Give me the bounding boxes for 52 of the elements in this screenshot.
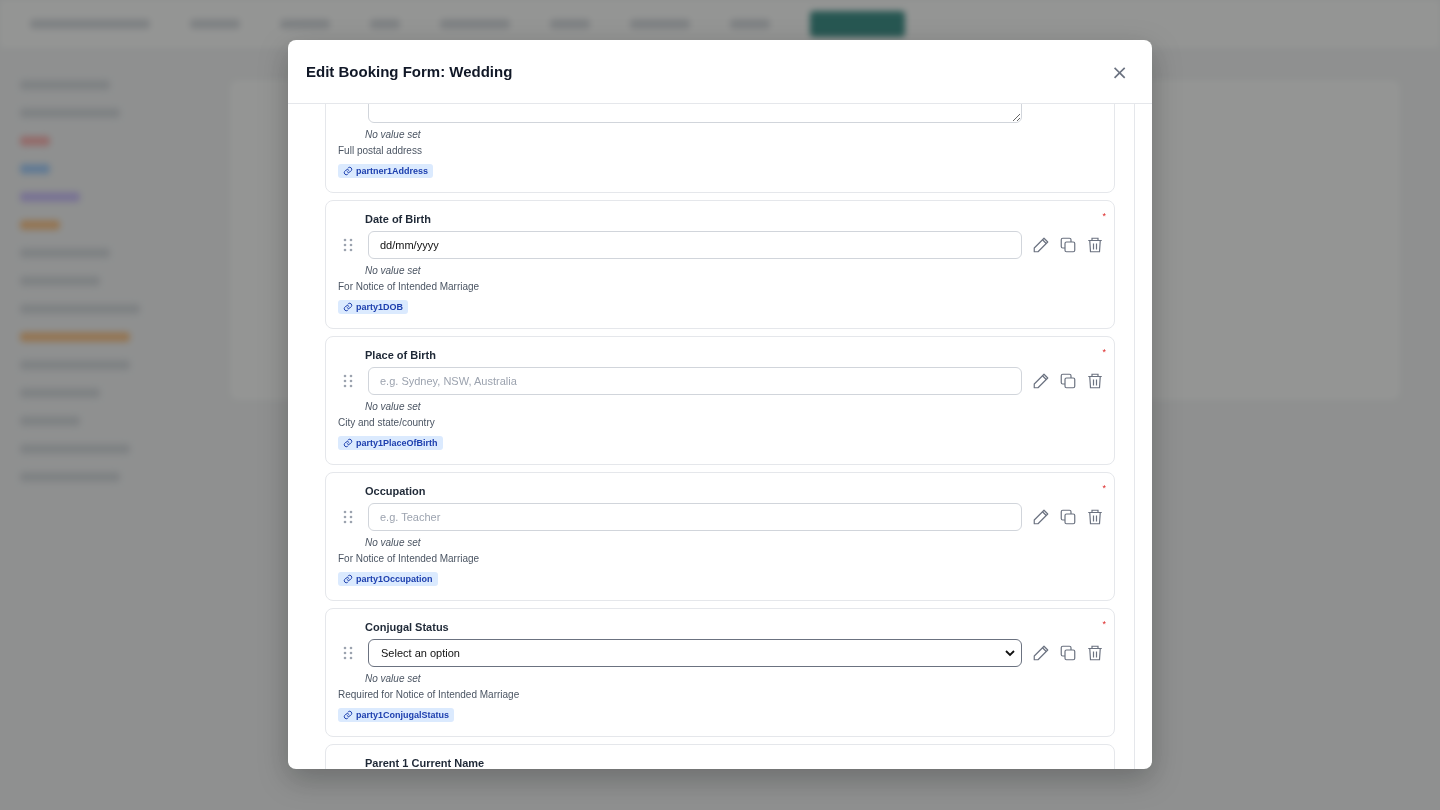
field-status: No value set [365,401,421,412]
delete-icon[interactable] [1086,508,1104,526]
duplicate-icon[interactable] [1059,644,1077,662]
help-text: Required for Notice of Intended Marriage [338,689,520,700]
help-text: City and state/country [338,417,435,428]
variable-tag: partner1Address [338,164,434,178]
field-label: Parent 1 Current Name [365,757,485,769]
field-status: No value set [365,129,421,140]
help-text: Full postal address [338,145,422,156]
required-mark: * [1102,619,1106,629]
variable-tag: party1PlaceOfBirth [338,436,443,450]
delete-icon[interactable] [1086,372,1104,390]
close-button[interactable]: × [1111,61,1128,82]
field-status: No value set [365,537,421,548]
select-dropdown[interactable]: Select an option [368,639,1022,667]
delete-icon[interactable] [1086,236,1104,254]
field-label: Conjugal Status [365,621,449,633]
field-label: Occupation [365,485,426,497]
duplicate-icon[interactable] [1059,508,1077,526]
chevron-down-icon [1005,648,1015,658]
text-field[interactable]: e.g. Sydney, NSW, Australia [368,367,1022,395]
drag-handle-icon[interactable] [343,646,353,660]
link-icon [343,302,353,312]
help-text: For Notice of Intended Marriage [338,553,480,564]
drag-handle-icon[interactable] [343,510,353,524]
required-mark: * [1102,211,1106,221]
help-text: For Notice of Intended Marriage [338,281,480,292]
link-icon [343,574,353,584]
duplicate-icon[interactable] [1059,236,1077,254]
date-field[interactable]: dd/mm/yyyy [368,231,1022,259]
link-icon [343,438,353,448]
variable-tag: party1ConjugalStatus [338,708,454,722]
text-field[interactable]: e.g. Teacher [368,503,1022,531]
modal-title: Edit Booking Form: Wedding [306,63,513,80]
edit-icon[interactable] [1032,372,1050,390]
link-icon [343,166,353,176]
field-label: Date of Birth [365,213,431,225]
required-mark: * [1102,483,1106,493]
variable-tag: party1Occupation [338,572,438,586]
field-status: No value set [365,265,421,276]
required-mark: * [1102,347,1106,357]
drag-handle-icon[interactable] [343,238,353,252]
variable-tag: party1DOB [338,300,408,314]
delete-icon[interactable] [1086,644,1104,662]
field-status: No value set [365,673,421,684]
duplicate-icon[interactable] [1059,372,1077,390]
field-label: Place of Birth [365,349,436,361]
drag-handle-icon[interactable] [343,374,353,388]
edit-icon[interactable] [1032,644,1050,662]
edit-icon[interactable] [1032,508,1050,526]
link-icon [343,710,353,720]
edit-icon[interactable] [1032,236,1050,254]
